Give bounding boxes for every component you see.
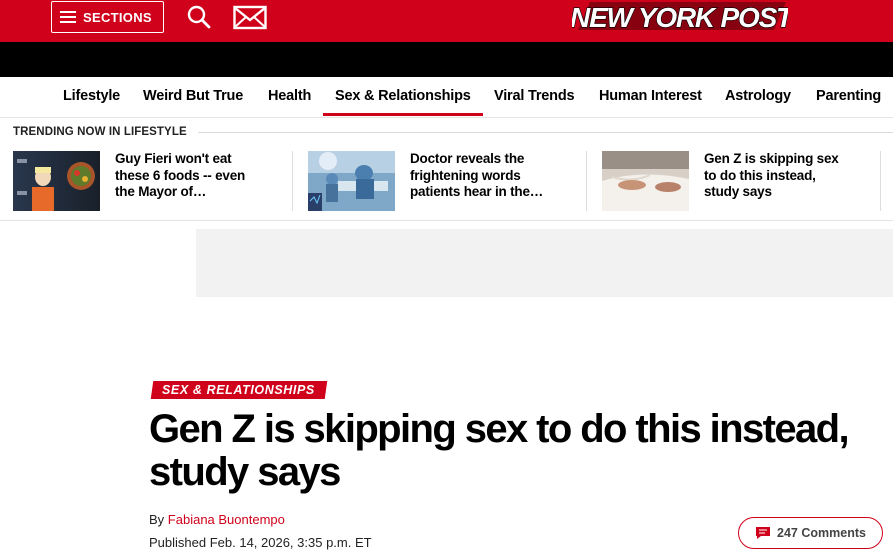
trending-title[interactable]: Gen Z is skipping sex to do this instead… [704, 151, 854, 201]
hamburger-icon [60, 11, 76, 23]
nav-item-viral-trends[interactable]: Viral Trends [494, 88, 575, 104]
nav-item-parenting[interactable]: Parenting [816, 88, 881, 104]
trending-card[interactable]: Gen Z is skipping sex to do this instead… [602, 151, 872, 213]
nav-item-human-interest[interactable]: Human Interest [599, 88, 702, 104]
trending-thumbnail-bed [602, 151, 689, 211]
category-label: SEX & RELATIONSHIPS [162, 383, 315, 397]
logo-text: NEW YORK POST [572, 2, 788, 33]
new-york-post-logo[interactable]: NEW YORK POST [572, 0, 788, 34]
trending-thumbnail-food [13, 151, 100, 211]
trending-bottom-rule [0, 220, 893, 221]
trending-label: TRENDING NOW IN LIFESTYLE [13, 126, 187, 138]
trending-card[interactable]: Guy Fieri won't eat these 6 foods -- eve… [13, 151, 283, 213]
byline-prefix: By [149, 512, 165, 527]
masthead: SECTIONS NEW YORK POST [0, 0, 893, 42]
comment-icon [756, 527, 771, 539]
author-link[interactable]: Fabiana Buontempo [168, 512, 285, 527]
top-black-bar [0, 42, 893, 77]
ad-placeholder [196, 229, 893, 297]
nav-item-weird-but-true[interactable]: Weird But True [143, 88, 243, 104]
trending-divider [880, 151, 881, 211]
sections-menu-button[interactable]: SECTIONS [51, 1, 164, 33]
trending-rule [198, 132, 893, 133]
trending-divider [292, 151, 293, 211]
nav-item-sex-relationships[interactable]: Sex & Relationships [335, 88, 471, 104]
nav-item-lifestyle[interactable]: Lifestyle [63, 88, 120, 104]
trending-title[interactable]: Doctor reveals the frightening words pat… [410, 151, 560, 201]
section-nav: Lifestyle Weird But True Health Sex & Re… [0, 77, 893, 118]
comments-count: 247 Comments [777, 526, 866, 540]
nav-item-health[interactable]: Health [268, 88, 311, 104]
trending-thumbnail-hospital [308, 151, 395, 211]
comments-button[interactable]: 247 Comments [738, 517, 883, 549]
article-headline: Gen Z is skipping sex to do this instead… [149, 407, 850, 494]
search-icon[interactable] [186, 4, 212, 30]
nav-item-astrology[interactable]: Astrology [725, 88, 791, 104]
article-category-tag[interactable]: SEX & RELATIONSHIPS [150, 381, 328, 399]
active-tab-indicator [323, 113, 483, 116]
published-date: Published Feb. 14, 2026, 3:35 p.m. ET [149, 535, 372, 550]
trending-title[interactable]: Guy Fieri won't eat these 6 foods -- eve… [115, 151, 265, 201]
mail-icon[interactable] [233, 4, 267, 30]
trending-card[interactable]: Doctor reveals the frightening words pat… [308, 151, 578, 213]
sections-label: SECTIONS [83, 9, 152, 25]
trending-divider [586, 151, 587, 211]
byline: By Fabiana Buontempo [149, 512, 285, 527]
